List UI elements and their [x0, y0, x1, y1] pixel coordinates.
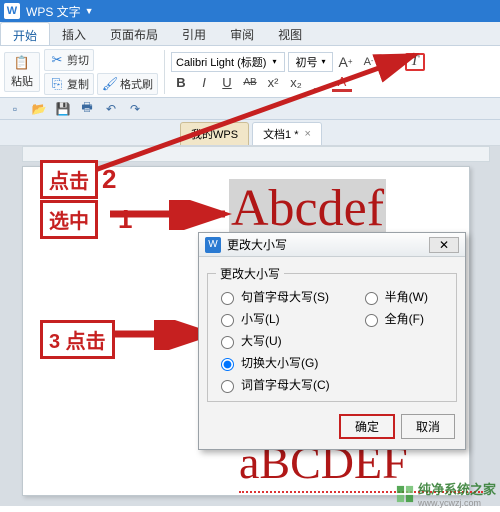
- opt-uppercase[interactable]: 大写(U): [216, 332, 330, 349]
- change-case-dialog: W 更改大小写 ✕ 更改大小写 句首字母大写(S) 小写(L) 大写(U) 切换…: [198, 232, 466, 450]
- doc-tab-wps[interactable]: 我的WPS: [180, 122, 249, 145]
- shrink-font-icon[interactable]: A-: [359, 53, 379, 71]
- scissors-icon: ✂: [49, 52, 65, 68]
- tab-view[interactable]: 视图: [266, 22, 314, 45]
- menu-tabs: 开始 插入 页面布局 引用 审阅 视图: [0, 22, 500, 46]
- highlight-icon[interactable]: ▁: [309, 74, 329, 92]
- watermark-url: www.ycwzj.com: [418, 498, 496, 508]
- undo-icon[interactable]: ↶: [102, 101, 120, 117]
- opt-half-width[interactable]: 半角(W): [360, 288, 428, 305]
- font-name-select[interactable]: Calibri Light (标题) ▾: [171, 52, 285, 72]
- callout-step3: 3 点击: [40, 320, 115, 359]
- app-menu-caret-icon[interactable]: ▼: [85, 6, 94, 16]
- ribbon: 📋 粘贴 ✂剪切 ⎘复制 🖌格式刷 Calibri Light (标题) ▾ 初…: [0, 46, 500, 98]
- new-doc-icon[interactable]: ▫: [6, 101, 24, 117]
- callout-step2-label: 点击: [40, 160, 98, 199]
- dialog-group-legend: 更改大小写: [216, 265, 284, 282]
- dialog-option-group: 更改大小写 句首字母大写(S) 小写(L) 大写(U) 切换大小写(G) 词首字…: [207, 265, 457, 402]
- ok-button[interactable]: 确定: [339, 414, 395, 439]
- brush-icon: 🖌: [102, 76, 118, 92]
- cut-button[interactable]: ✂剪切: [44, 49, 94, 71]
- grow-font-icon[interactable]: A+: [336, 53, 356, 71]
- dialog-close-button[interactable]: ✕: [429, 237, 459, 253]
- callout-step3-label: 3 点击: [40, 320, 115, 359]
- open-icon[interactable]: 📂: [30, 101, 48, 117]
- title-bar: W WPS 文字 ▼: [0, 0, 500, 22]
- watermark: 纯净系统之家 www.ycwzj.com: [396, 479, 496, 508]
- tab-page-layout[interactable]: 页面布局: [98, 22, 170, 45]
- dialog-app-icon: W: [205, 237, 221, 253]
- doc-tab-doc1[interactable]: 文档1 *×: [252, 122, 322, 145]
- paste-button[interactable]: 📋 粘贴: [4, 52, 40, 92]
- format-painter-button[interactable]: 🖌格式刷: [97, 73, 158, 95]
- callout-step1-label: 选中: [40, 200, 98, 239]
- quick-access-toolbar: ▫ 📂 💾 🖶 ↶ ↷: [0, 98, 500, 120]
- opt-toggle-case[interactable]: 切换大小写(G): [216, 354, 330, 371]
- divider: [164, 50, 165, 94]
- opt-capitalize-words[interactable]: 词首字母大写(C): [216, 376, 330, 393]
- opt-full-width[interactable]: 全角(F): [360, 310, 428, 327]
- opt-lowercase[interactable]: 小写(L): [216, 310, 330, 327]
- close-tab-icon[interactable]: ×: [305, 128, 311, 140]
- underline-icon[interactable]: U: [217, 74, 237, 92]
- watermark-text: 纯净系统之家: [418, 479, 496, 498]
- watermark-logo-icon: [396, 485, 414, 503]
- callout-step1-num: 1: [118, 204, 132, 235]
- opt-sentence-case[interactable]: 句首字母大写(S): [216, 288, 330, 305]
- redo-icon[interactable]: ↷: [126, 101, 144, 117]
- save-icon[interactable]: 💾: [54, 101, 72, 117]
- clipboard-icon: 📋: [14, 55, 30, 71]
- copy-button[interactable]: ⎘复制: [44, 73, 94, 95]
- selected-text-before[interactable]: Abcdef: [229, 179, 386, 238]
- tab-review[interactable]: 审阅: [218, 22, 266, 45]
- tab-start[interactable]: 开始: [0, 22, 50, 45]
- font-color-icon[interactable]: A: [332, 74, 352, 92]
- callout-step2: 点击 2: [40, 160, 120, 199]
- app-logo-icon: W: [4, 3, 20, 19]
- copy-icon: ⎘: [49, 76, 65, 92]
- dialog-titlebar[interactable]: W 更改大小写 ✕: [199, 233, 465, 257]
- print-icon[interactable]: 🖶: [78, 101, 96, 117]
- cancel-button[interactable]: 取消: [401, 414, 455, 439]
- tab-insert[interactable]: 插入: [50, 22, 98, 45]
- document-tabs: 我的WPS 文档1 *×: [0, 120, 500, 146]
- change-case-button[interactable]: T: [405, 53, 425, 71]
- app-name: WPS 文字: [26, 3, 81, 20]
- tab-references[interactable]: 引用: [170, 22, 218, 45]
- italic-icon[interactable]: I: [194, 74, 214, 92]
- superscript-icon[interactable]: x²: [263, 74, 283, 92]
- clear-formatting-icon[interactable]: A̸: [382, 53, 402, 71]
- callout-step1: 选中 1: [40, 200, 136, 239]
- strikethrough-icon[interactable]: AB: [240, 74, 260, 92]
- callout-step2-num: 2: [102, 164, 116, 195]
- font-size-select[interactable]: 初号 ▾: [288, 52, 332, 72]
- subscript-icon[interactable]: x₂: [286, 74, 306, 92]
- paste-label: 粘贴: [11, 73, 33, 89]
- dialog-title: 更改大小写: [227, 236, 287, 253]
- bold-icon[interactable]: B: [171, 74, 191, 92]
